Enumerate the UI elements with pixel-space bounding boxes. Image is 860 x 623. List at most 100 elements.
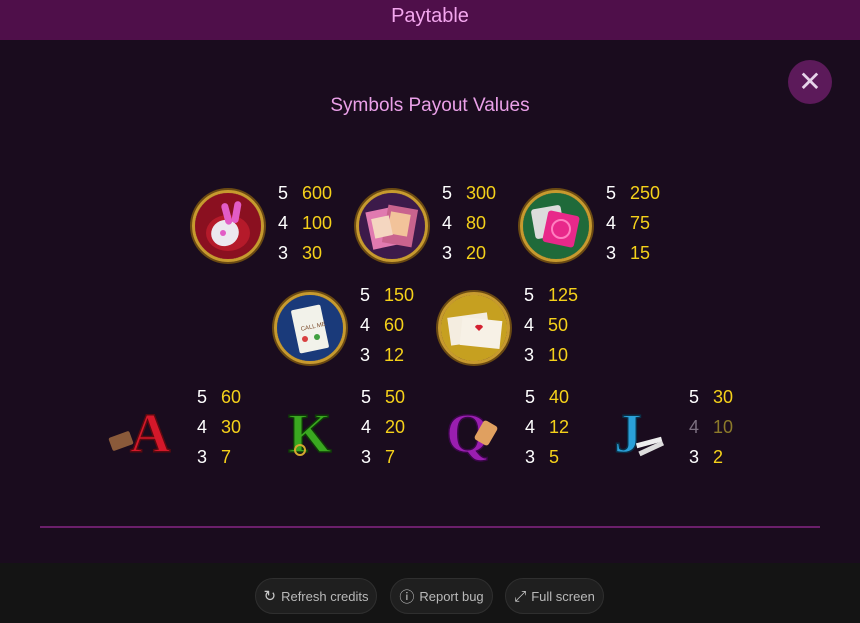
match-count: 4 bbox=[361, 417, 372, 437]
report-bug-button[interactable]: ⓘ Report bug bbox=[390, 578, 493, 614]
match-count: 5 bbox=[689, 387, 700, 407]
match-count: 4 bbox=[606, 213, 617, 233]
pay-row: 5 50 bbox=[361, 382, 405, 412]
match-count: 5 bbox=[525, 387, 536, 407]
pay-row: 3 10 bbox=[524, 340, 578, 370]
pay-row: 3 15 bbox=[606, 238, 660, 268]
pay-row: 4 20 bbox=[361, 412, 405, 442]
paytable-letter-a: 5 60 4 30 37 bbox=[197, 382, 241, 472]
match-count: 3 bbox=[442, 243, 453, 263]
pay-row: 4 30 bbox=[197, 412, 241, 442]
payout-value: 80 bbox=[466, 213, 487, 233]
letter-j-glyph: J bbox=[614, 403, 642, 464]
pay-row: 5 30 bbox=[689, 382, 733, 412]
payout-value: 50 bbox=[548, 315, 569, 335]
paytable-letter-j: 5 30 4 10 32 bbox=[689, 382, 733, 472]
payout-value: 12 bbox=[384, 345, 405, 365]
match-count: 4 bbox=[442, 213, 453, 233]
match-count: 4 bbox=[689, 417, 700, 437]
paytable-vibrator: 5 600 4 100 3 30 bbox=[278, 178, 332, 268]
pay-row: 4 50 bbox=[524, 310, 578, 340]
match-count: 5 bbox=[360, 285, 371, 305]
letter-j-icon: J bbox=[606, 394, 676, 464]
love-letter-icon bbox=[438, 292, 510, 364]
match-count: 3 bbox=[360, 345, 371, 365]
refresh-credits-label: Refresh credits bbox=[281, 588, 369, 604]
paytable-letter-k: 5 50 4 20 37 bbox=[361, 382, 405, 472]
match-count: 3 bbox=[524, 345, 535, 365]
payout-value: 30 bbox=[221, 417, 242, 437]
pay-row: 5 250 bbox=[606, 178, 660, 208]
match-count: 4 bbox=[360, 315, 371, 335]
pay-row: 5 40 bbox=[525, 382, 569, 412]
match-count: 5 bbox=[361, 387, 372, 407]
letter-k-icon: K bbox=[280, 394, 350, 464]
page-title: Paytable bbox=[391, 5, 469, 27]
business-card-icon: CALL ME bbox=[274, 292, 346, 364]
payout-value: 60 bbox=[384, 315, 405, 335]
paytable-magazine: 5 300 4 80 3 20 bbox=[442, 178, 496, 268]
match-count: 4 bbox=[525, 417, 536, 437]
pay-row: 5 300 bbox=[442, 178, 496, 208]
letter-a-icon: A bbox=[108, 394, 178, 464]
pay-row: 4 60 bbox=[360, 310, 414, 340]
paytable-letter-q: 5 40 4 12 35 bbox=[525, 382, 569, 472]
letter-k-glyph: K bbox=[288, 403, 332, 464]
pay-row: 32 bbox=[689, 442, 733, 472]
payout-value: 10 bbox=[548, 345, 569, 365]
payout-value: 30 bbox=[713, 387, 734, 407]
refresh-credits-button[interactable]: ↻ Refresh credits bbox=[255, 578, 377, 614]
payout-value: 7 bbox=[385, 447, 396, 467]
match-count: 4 bbox=[524, 315, 535, 335]
pay-row: 35 bbox=[525, 442, 569, 472]
full-screen-label: Full screen bbox=[531, 588, 595, 604]
match-count: 3 bbox=[606, 243, 617, 263]
report-bug-label: Report bug bbox=[419, 588, 484, 604]
payout-value: 2 bbox=[713, 447, 724, 467]
payout-value: 150 bbox=[384, 285, 415, 305]
match-count: 3 bbox=[278, 243, 289, 263]
pay-row: 37 bbox=[197, 442, 241, 472]
match-count: 3 bbox=[525, 447, 536, 467]
payout-value: 300 bbox=[466, 183, 497, 203]
payout-value: 5 bbox=[549, 447, 560, 467]
divider bbox=[40, 526, 820, 528]
payout-value: 30 bbox=[302, 243, 323, 263]
match-count: 5 bbox=[442, 183, 453, 203]
payout-value: 75 bbox=[630, 213, 651, 233]
match-count: 3 bbox=[689, 447, 700, 467]
alert-icon: ⓘ bbox=[399, 588, 415, 606]
paytable-card: 5 150 4 60 3 12 bbox=[360, 280, 414, 370]
pay-row: 4 75 bbox=[606, 208, 660, 238]
footer-bar: ↻ Refresh credits ⓘ Report bug ⤢ Full sc… bbox=[0, 563, 860, 623]
pay-row: 37 bbox=[361, 442, 405, 472]
match-count: 5 bbox=[524, 285, 535, 305]
payout-value: 100 bbox=[302, 213, 333, 233]
match-count: 5 bbox=[278, 183, 289, 203]
payout-value: 250 bbox=[630, 183, 661, 203]
pay-row: 4 100 bbox=[278, 208, 332, 238]
pay-row: 4 10 bbox=[689, 412, 733, 442]
magazine-icon bbox=[356, 190, 428, 262]
paytable-envelope: 5 125 4 50 3 10 bbox=[524, 280, 578, 370]
condom-icon bbox=[520, 190, 592, 262]
section-title: Symbols Payout Values bbox=[330, 95, 530, 116]
paytable-condom: 5 250 4 75 3 15 bbox=[606, 178, 660, 268]
pay-row: 5 60 bbox=[197, 382, 241, 412]
payout-value: 20 bbox=[385, 417, 406, 437]
pay-row: 3 12 bbox=[360, 340, 414, 370]
pay-row: 5 125 bbox=[524, 280, 578, 310]
full-screen-button[interactable]: ⤢ Full screen bbox=[505, 578, 604, 614]
match-count: 4 bbox=[197, 417, 208, 437]
match-count: 4 bbox=[278, 213, 289, 233]
payout-value: 125 bbox=[548, 285, 579, 305]
payout-value: 15 bbox=[630, 243, 651, 263]
pay-row: 5 600 bbox=[278, 178, 332, 208]
payout-value: 12 bbox=[549, 417, 570, 437]
match-count: 5 bbox=[606, 183, 617, 203]
payout-value: 40 bbox=[549, 387, 570, 407]
pay-row: 4 12 bbox=[525, 412, 569, 442]
letter-q-icon: Q bbox=[442, 394, 512, 464]
payout-value: 10 bbox=[713, 417, 734, 437]
pay-row: 3 30 bbox=[278, 238, 332, 268]
